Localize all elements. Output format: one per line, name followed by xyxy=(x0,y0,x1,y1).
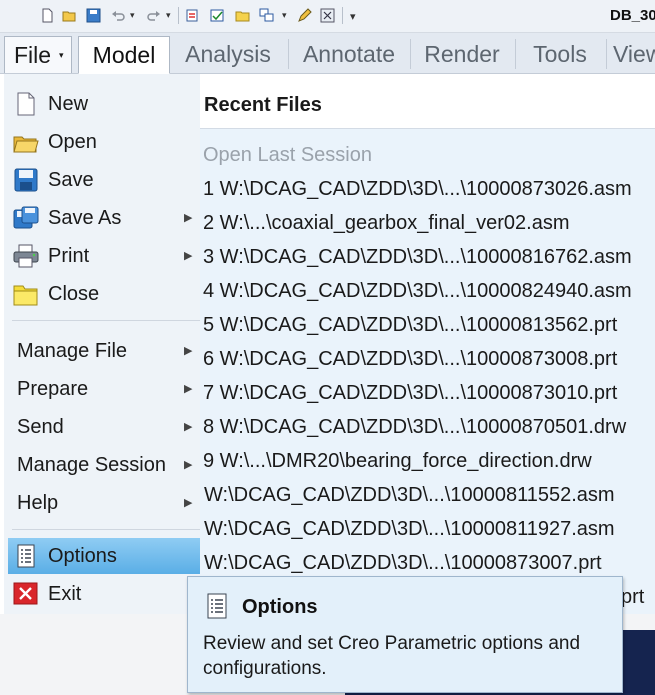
tab-view[interactable]: View xyxy=(609,36,655,72)
undo-icon[interactable] xyxy=(111,8,126,23)
menu-item-label: Options xyxy=(48,545,117,567)
save-as-icon xyxy=(13,206,39,229)
redo-dropdown-icon[interactable]: ▾ xyxy=(166,10,171,21)
submenu-arrow-icon: ▶ xyxy=(184,345,193,357)
options-list-icon xyxy=(17,544,35,568)
menu-item-label: Prepare xyxy=(17,378,89,400)
submenu-arrow-icon: ▶ xyxy=(184,459,193,471)
submenu-arrow-icon: ▶ xyxy=(184,497,193,509)
submenu-arrow-icon: ▶ xyxy=(184,250,193,262)
toolbar-separator xyxy=(342,7,343,24)
menu-item-label: Save As xyxy=(48,207,122,229)
recent-file-item[interactable]: 8 W:\DCAG_CAD\ZDD\3D\...\10000870501.drw xyxy=(203,416,626,439)
new-file-icon xyxy=(17,92,35,116)
close-window-icon[interactable] xyxy=(320,8,335,23)
open-folder-icon xyxy=(13,136,39,153)
tab-separator xyxy=(410,39,411,69)
windows-dropdown-icon[interactable]: ▾ xyxy=(282,10,287,21)
options-tooltip: Options Review and set Creo Parametric o… xyxy=(187,576,623,693)
recent-file-item[interactable]: W:\DCAG_CAD\ZDD\3D\...\10000811927.asm xyxy=(204,518,615,541)
tab-analysis[interactable]: Analysis xyxy=(172,36,284,72)
menu-item-label: Manage Session xyxy=(17,454,166,476)
ribbon-tab-bar: File ▾ Model Analysis Annotate Render To… xyxy=(0,33,655,74)
close-folder-icon xyxy=(13,285,38,306)
menu-item-label: Save xyxy=(48,169,94,191)
recent-file-item[interactable]: 9 W:\...\DMR20\bearing_force_direction.d… xyxy=(203,450,592,473)
tooltip-description: Review and set Creo Parametric options a… xyxy=(203,633,581,679)
file-menu: New Open Save Save As ▶ Print ▶ Close Ma… xyxy=(4,74,201,614)
menu-item-manage-file[interactable]: Manage File ▶ xyxy=(8,333,200,369)
menu-item-label: Close xyxy=(48,283,100,305)
tab-render[interactable]: Render xyxy=(412,36,512,72)
recent-file-item[interactable]: 2 W:\...\coaxial_gearbox_final_ver02.asm xyxy=(203,212,570,235)
submenu-arrow-icon: ▶ xyxy=(184,212,193,224)
select-window-icon[interactable] xyxy=(210,8,225,23)
menu-item-label: Manage File xyxy=(17,340,128,362)
menu-item-label: Exit xyxy=(48,583,82,605)
recent-file-item[interactable]: prt xyxy=(621,586,644,609)
recent-file-item[interactable]: 7 W:\DCAG_CAD\ZDD\3D\...\10000873010.prt xyxy=(203,382,617,405)
recent-files-panel: Recent Files Open Last Session 1 W:\DCAG… xyxy=(200,74,655,614)
recent-file-item[interactable]: 5 W:\DCAG_CAD\ZDD\3D\...\10000813562.prt xyxy=(203,314,617,337)
tab-model[interactable]: Model xyxy=(78,36,170,74)
menu-item-label: Help xyxy=(17,492,59,514)
menu-item-new[interactable]: New xyxy=(8,86,200,122)
submenu-arrow-icon: ▶ xyxy=(184,383,193,395)
new-icon[interactable] xyxy=(40,8,55,23)
recent-files-header: Recent Files xyxy=(200,74,655,129)
menu-item-help[interactable]: Help ▶ xyxy=(8,485,200,521)
recent-file-item[interactable]: 6 W:\DCAG_CAD\ZDD\3D\...\10000873008.prt xyxy=(203,348,617,371)
tab-separator xyxy=(515,39,516,69)
menu-item-label: Open xyxy=(48,131,97,153)
menu-item-save[interactable]: Save xyxy=(8,162,200,198)
menu-item-send[interactable]: Send ▶ xyxy=(8,409,200,445)
recent-file-item[interactable]: W:\DCAG_CAD\ZDD\3D\...\10000811552.asm xyxy=(204,484,615,507)
document-title: DB_30 xyxy=(610,7,655,24)
tooltip-title: Options xyxy=(242,596,318,618)
tab-separator xyxy=(606,39,607,69)
menu-item-manage-session[interactable]: Manage Session ▶ xyxy=(8,447,200,483)
open-last-session-link[interactable]: Open Last Session xyxy=(203,144,372,167)
menu-item-label: Send xyxy=(17,416,64,438)
menu-item-exit[interactable]: Exit xyxy=(8,576,200,612)
exit-x-icon xyxy=(13,582,38,605)
tab-separator xyxy=(288,39,289,69)
edit-icon[interactable] xyxy=(297,8,312,23)
tab-annotate[interactable]: Annotate xyxy=(290,36,408,72)
recent-file-item[interactable]: 1 W:\DCAG_CAD\ZDD\3D\...\10000873026.asm xyxy=(203,178,632,201)
file-menu-label: File xyxy=(14,42,52,68)
menu-item-label: Print xyxy=(48,245,90,267)
windows-icon[interactable] xyxy=(259,8,274,23)
save-disk-icon xyxy=(14,168,38,192)
toolbar-separator xyxy=(178,7,179,24)
menu-item-print[interactable]: Print ▶ xyxy=(8,238,200,274)
undo-dropdown-icon[interactable]: ▾ xyxy=(130,10,135,21)
menu-item-prepare[interactable]: Prepare ▶ xyxy=(8,371,200,407)
recent-files-title: Recent Files xyxy=(204,94,322,116)
recent-file-item[interactable]: 4 W:\DCAG_CAD\ZDD\3D\...\10000824940.asm xyxy=(203,280,632,303)
tab-tools[interactable]: Tools xyxy=(517,36,603,72)
file-menu-button[interactable]: File ▾ xyxy=(4,36,72,73)
save-icon[interactable] xyxy=(86,8,101,23)
open-icon[interactable] xyxy=(62,8,77,23)
menu-separator xyxy=(12,529,200,530)
customize-icon[interactable]: ▾ xyxy=(350,10,356,23)
menu-item-open[interactable]: Open xyxy=(8,124,200,160)
quick-access-toolbar: ▾ ▾ ▾ ▾ DB_30 xyxy=(0,0,655,33)
menu-item-label: New xyxy=(48,93,89,115)
chevron-down-icon: ▾ xyxy=(59,50,64,60)
menu-item-save-as[interactable]: Save As ▶ xyxy=(8,200,200,236)
printer-icon xyxy=(13,244,39,268)
recent-file-item[interactable]: 3 W:\DCAG_CAD\ZDD\3D\...\10000816762.asm xyxy=(203,246,632,269)
menu-separator xyxy=(12,320,200,321)
open-folder-icon[interactable] xyxy=(235,8,250,23)
redo-icon[interactable] xyxy=(146,8,161,23)
menu-item-options[interactable]: Options xyxy=(8,538,200,574)
recent-file-item[interactable]: W:\DCAG_CAD\ZDD\3D\...\10000873007.prt xyxy=(204,552,602,575)
submenu-arrow-icon: ▶ xyxy=(184,421,193,433)
menu-item-close[interactable]: Close xyxy=(8,276,200,312)
options-list-icon xyxy=(207,593,227,619)
regenerate-icon[interactable] xyxy=(185,8,200,23)
